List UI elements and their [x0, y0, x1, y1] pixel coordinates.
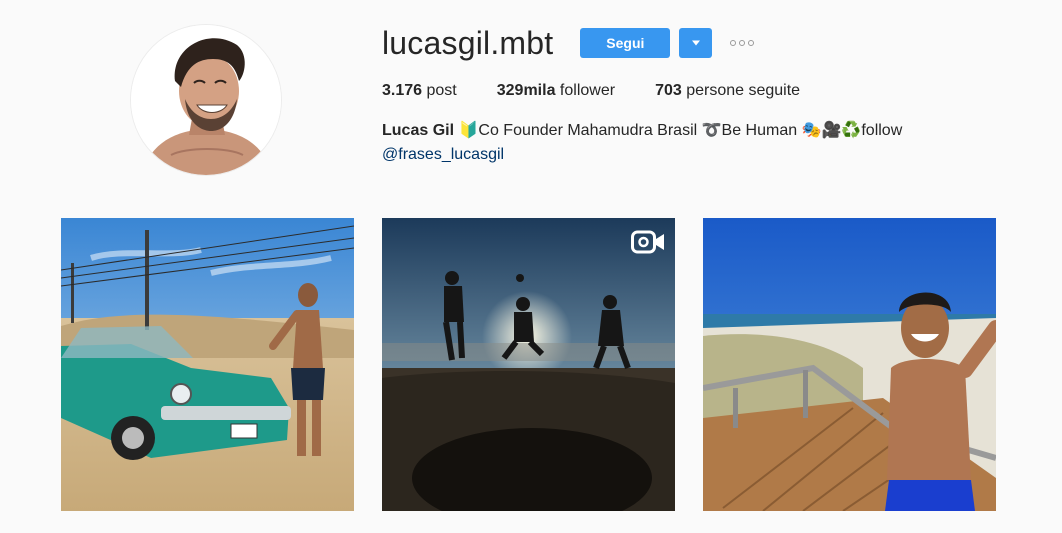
bio-text: 🔰Co Founder Mahamudra Brasil ➰Be Human 🎭…	[458, 122, 903, 139]
following-count: 703	[655, 82, 682, 99]
avatar-image	[131, 25, 281, 175]
profile-page: lucasgil.mbt Segui 3.176 post 329mila fo…	[0, 0, 1062, 533]
profile-bio: Lucas Gil 🔰Co Founder Mahamudra Brasil ➰…	[382, 119, 1022, 143]
profile-avatar[interactable]	[130, 24, 282, 176]
profile-info: lucasgil.mbt Segui 3.176 post 329mila fo…	[382, 22, 1022, 167]
video-camera-icon	[631, 230, 664, 254]
more-dot	[730, 40, 737, 46]
posts-count: 3.176	[382, 82, 423, 99]
profile-username: lucasgil.mbt	[382, 25, 554, 61]
post-thumbnail[interactable]	[61, 218, 354, 511]
bio-link[interactable]: @frases_lucasgil	[382, 143, 504, 167]
followers-label: follower	[559, 82, 616, 99]
post-image	[61, 218, 354, 511]
followers-count: 329mila	[496, 82, 556, 99]
followers-stat[interactable]: 329mila follower	[497, 81, 615, 101]
following-stat[interactable]: 703 persone seguite	[655, 81, 800, 101]
post-image	[382, 218, 675, 511]
posts-stat: 3.176 post	[382, 81, 457, 101]
following-label: persone seguite	[686, 82, 801, 99]
more-dot	[748, 40, 755, 46]
post-image	[703, 218, 996, 511]
suggestions-dropdown-button[interactable]	[679, 28, 713, 58]
caret-down-icon	[691, 40, 700, 46]
follow-button[interactable]: Segui	[580, 28, 671, 58]
more-options-icon[interactable]	[728, 28, 756, 58]
profile-full-name: Lucas Gil	[382, 122, 455, 139]
profile-title-row: lucasgil.mbt Segui	[382, 22, 1022, 64]
profile-stats: 3.176 post 329mila follower 703 persone …	[382, 81, 1022, 101]
more-dot	[739, 40, 746, 46]
post-thumbnail[interactable]	[703, 218, 996, 511]
post-thumbnail[interactable]	[382, 218, 675, 511]
posts-label: post	[426, 82, 457, 99]
